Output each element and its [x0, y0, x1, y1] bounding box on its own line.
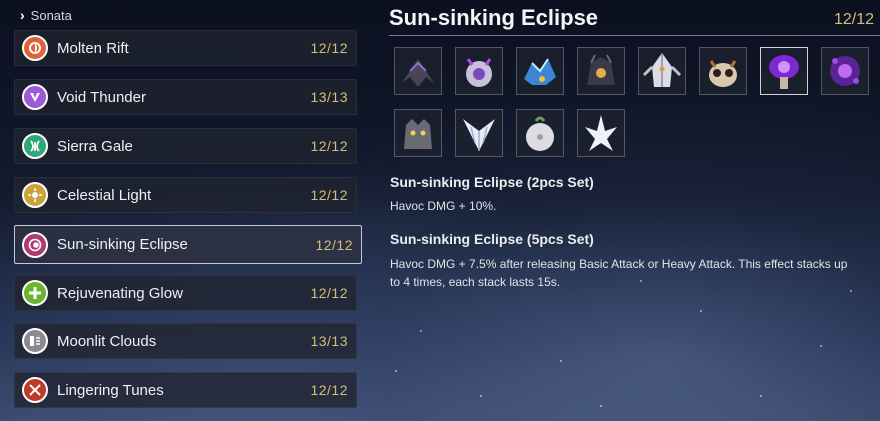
sonata-item-count: 12/12: [310, 138, 348, 154]
sonata-item-label: Celestial Light: [57, 186, 152, 204]
blue-crystal-beast-echo-icon[interactable]: [516, 47, 564, 95]
grey-wolf-echo-icon[interactable]: [394, 109, 442, 157]
rejuvenating-glow-icon: [22, 280, 48, 306]
sonata-item-count: 13/13: [310, 89, 348, 105]
white-bulb-echo-icon[interactable]: [516, 109, 564, 157]
chevron-right-icon: ›: [20, 7, 25, 23]
sonata-item-celestial-light[interactable]: Celestial Light 12/12: [14, 177, 357, 213]
effect-2pc-description: Havoc DMG + 10%.: [390, 199, 497, 213]
sonata-item-count: 13/13: [310, 333, 348, 349]
divider: [389, 35, 880, 36]
effect-5pc-title: Sun-sinking Eclipse (5pcs Set): [390, 231, 594, 247]
sonata-item-label: Void Thunder: [57, 88, 146, 106]
violet-mushroom-echo-icon[interactable]: [760, 47, 808, 95]
sonata-item-count: 12/12: [310, 40, 348, 56]
moonlit-clouds-icon: [22, 328, 48, 354]
sonata-item-sun-sinking-eclipse[interactable]: Sun-sinking Eclipse 12/12: [14, 225, 362, 264]
sonata-item-label: Lingering Tunes: [57, 381, 164, 399]
dark-golem-echo-icon[interactable]: [577, 47, 625, 95]
void-thunder-icon: [22, 84, 48, 110]
lingering-tunes-icon: [22, 377, 48, 403]
sonata-item-label: Sierra Gale: [57, 137, 133, 155]
sonata-item-label: Rejuvenating Glow: [57, 284, 183, 302]
sonata-item-void-thunder[interactable]: Void Thunder 13/13: [14, 79, 357, 115]
sonata-item-count: 12/12: [310, 187, 348, 203]
sonata-item-count: 12/12: [315, 236, 353, 253]
sonata-item-count: 12/12: [310, 285, 348, 301]
sonata-detail-title: Sun-sinking Eclipse: [389, 5, 599, 30]
sonata-item-label: Sun-sinking Eclipse: [57, 236, 188, 253]
effect-2pc-title: Sun-sinking Eclipse (2pcs Set): [390, 174, 594, 190]
effect-5pc-description: Havoc DMG + 7.5% after releasing Basic A…: [390, 257, 848, 289]
sonata-item-label: Molten Rift: [57, 39, 129, 57]
sonata-item-molten-rift[interactable]: Molten Rift 12/12: [14, 30, 357, 66]
sonata-detail-count: 12/12: [833, 11, 874, 28]
dark-raven-echo-icon[interactable]: [394, 47, 442, 95]
sidebar-header[interactable]: › Sonata: [20, 7, 72, 23]
celestial-light-icon: [22, 182, 48, 208]
sonata-item-rejuvenating-glow[interactable]: Rejuvenating Glow 12/12: [14, 275, 357, 311]
sidebar-header-label: Sonata: [30, 7, 72, 23]
sierra-gale-icon: [22, 133, 48, 159]
horned-owl-echo-icon[interactable]: [699, 47, 747, 95]
sonata-item-moonlit-clouds[interactable]: Moonlit Clouds 13/13: [14, 323, 357, 359]
sonata-item-sierra-gale[interactable]: Sierra Gale 12/12: [14, 128, 357, 164]
sonata-item-label: Moonlit Clouds: [57, 332, 157, 350]
sonata-item-lingering-tunes[interactable]: Lingering Tunes 12/12: [14, 372, 357, 408]
molten-rift-icon: [22, 35, 48, 61]
ice-spire-echo-icon[interactable]: [577, 109, 625, 157]
white-knight-echo-icon[interactable]: [638, 47, 686, 95]
sun-sinking-eclipse-icon: [22, 231, 48, 258]
violet-spore-echo-icon[interactable]: [821, 47, 869, 95]
sonata-item-count: 12/12: [310, 382, 348, 398]
purple-orb-creature-echo-icon[interactable]: [455, 47, 503, 95]
frost-wing-echo-icon[interactable]: [455, 109, 503, 157]
